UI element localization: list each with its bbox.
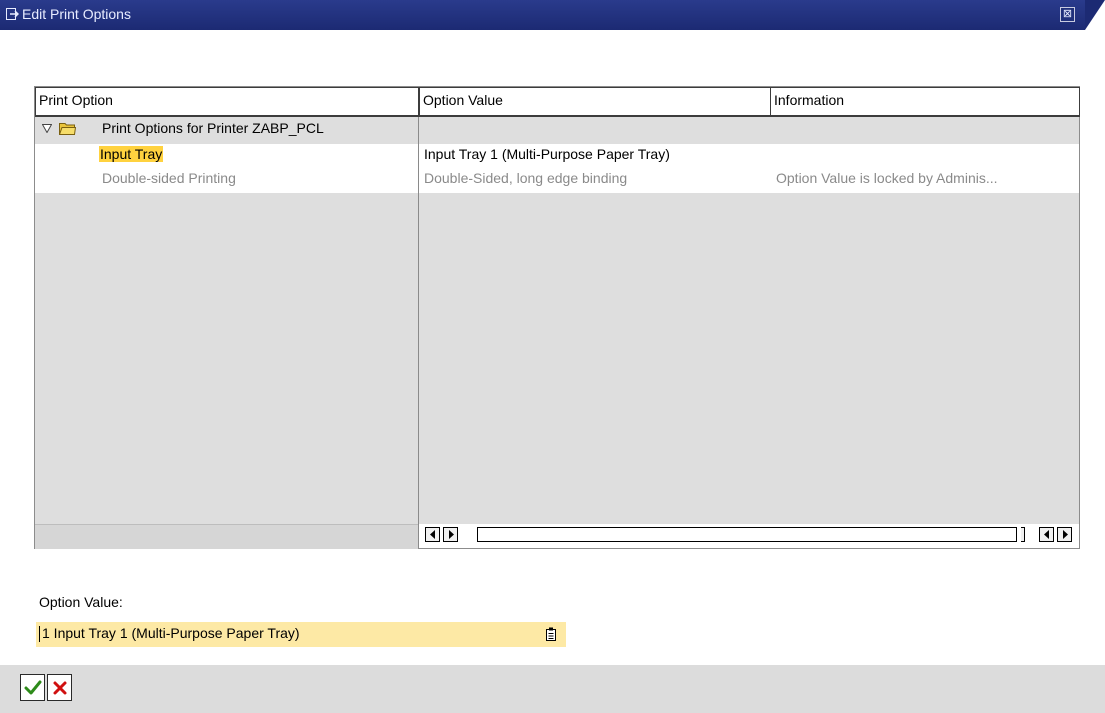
cross-icon <box>53 681 67 695</box>
column-header-option-value[interactable]: Option Value <box>419 87 771 117</box>
scroll-left-icon[interactable] <box>425 527 440 542</box>
table-row[interactable]: Input Tray Input Tray 1 (Multi-Purpose P… <box>35 144 1079 169</box>
tree-root-row[interactable]: Print Options for Printer ZABP_PCL <box>35 117 1079 142</box>
checkmark-icon <box>24 680 42 695</box>
scroll-track-end <box>1021 527 1025 542</box>
print-options-table: Print Option Option Value Information Pr… <box>34 86 1080 549</box>
dialog-edit-icon <box>6 8 19 20</box>
column-header-print-option[interactable]: Print Option <box>35 87 419 117</box>
cancel-button[interactable] <box>47 674 72 701</box>
column-divider[interactable] <box>418 117 419 548</box>
dialog-title: Edit Print Options <box>22 6 131 22</box>
dialog-footer <box>0 665 1105 713</box>
row-information: Option Value is locked by Adminis... <box>776 170 998 186</box>
folder-icon <box>59 123 76 135</box>
dialog-title-bar: Edit Print Options ⊠ <box>0 0 1105 30</box>
value-help-icon[interactable] <box>545 627 557 641</box>
table-row[interactable]: Double-sided Printing Double-Sided, long… <box>35 169 1079 193</box>
triangle-down-icon[interactable] <box>42 124 52 133</box>
option-value-input[interactable]: 1 Input Tray 1 (Multi-Purpose Paper Tray… <box>36 622 566 647</box>
window-close-icon[interactable]: ⊠ <box>1060 7 1075 22</box>
scroll-track[interactable] <box>477 527 1017 542</box>
row-option-value: Double-Sided, long edge binding <box>424 170 628 186</box>
scroll-right-icon[interactable] <box>1057 527 1072 542</box>
text-caret <box>39 626 40 642</box>
option-value-label: Option Value: <box>39 594 123 610</box>
confirm-button[interactable] <box>20 674 45 701</box>
row-option-value: Input Tray 1 (Multi-Purpose Paper Tray) <box>424 146 670 162</box>
row-option-label: Input Tray <box>99 146 164 162</box>
column-header-information[interactable]: Information <box>770 87 1080 117</box>
scroll-left-icon[interactable] <box>1039 527 1054 542</box>
horizontal-scrollbar[interactable] <box>419 524 1079 548</box>
row-option-label: Double-sided Printing <box>102 170 236 186</box>
tree-root-label: Print Options for Printer ZABP_PCL <box>102 120 324 136</box>
scroll-right-icon[interactable] <box>443 527 458 542</box>
option-value-text: 1 Input Tray 1 (Multi-Purpose Paper Tray… <box>42 625 300 641</box>
left-pane-footer <box>35 524 418 549</box>
